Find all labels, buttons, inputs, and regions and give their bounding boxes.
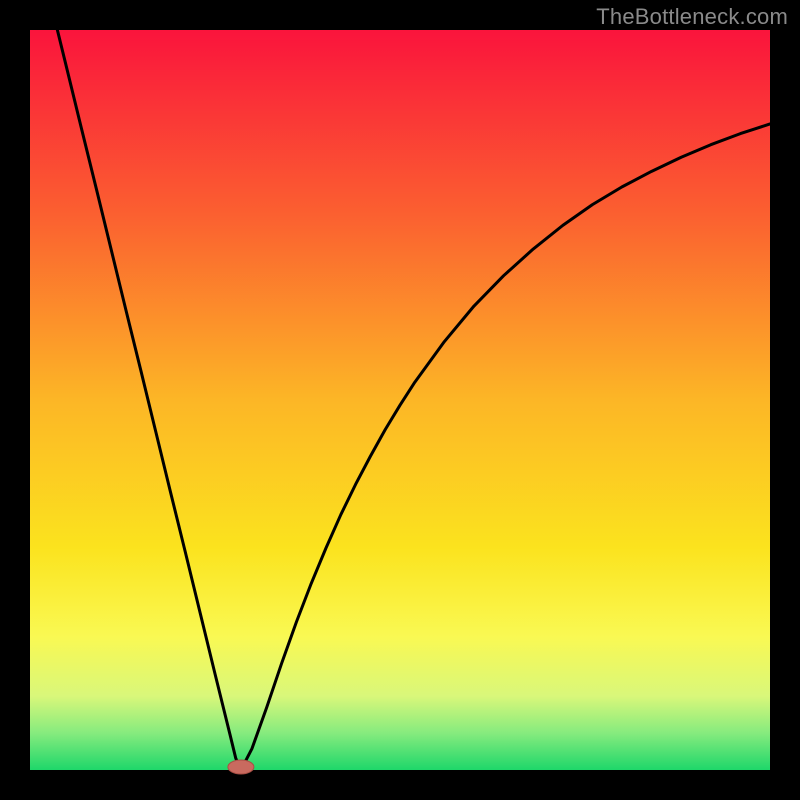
chart-background <box>30 30 770 770</box>
chart-container: TheBottleneck.com <box>0 0 800 800</box>
watermark-text: TheBottleneck.com <box>596 4 788 30</box>
bottleneck-chart <box>0 0 800 800</box>
minimum-marker <box>228 760 254 774</box>
